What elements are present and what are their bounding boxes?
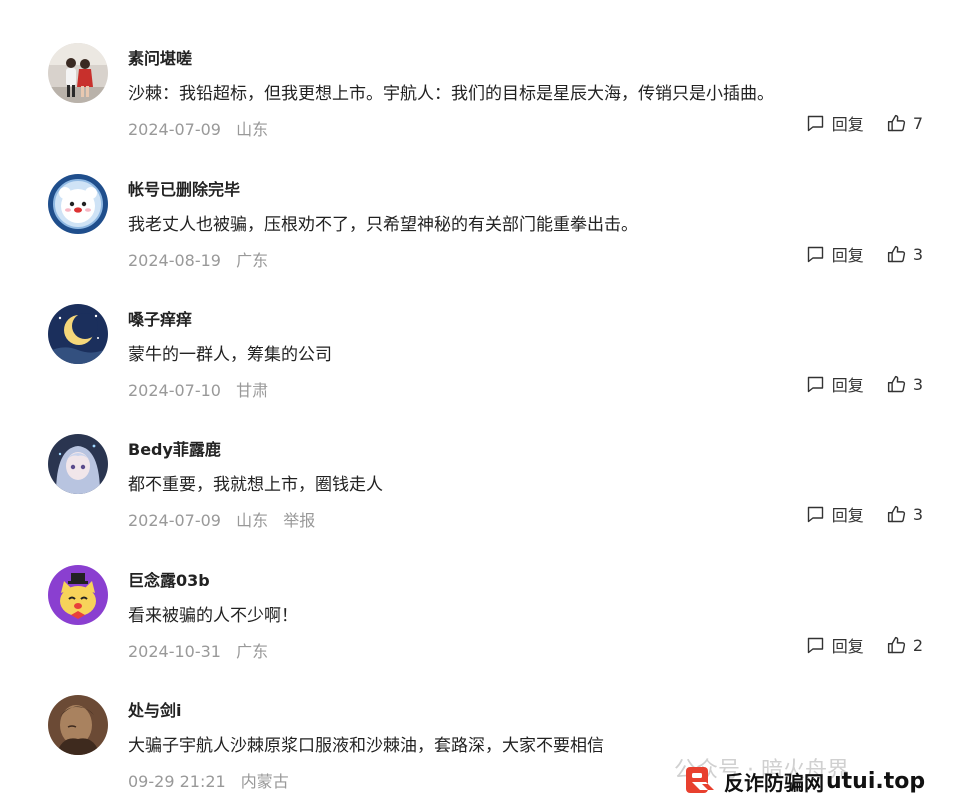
thumbs-up-icon — [887, 375, 905, 392]
thumbs-up-icon — [887, 114, 905, 131]
like-count: 2 — [912, 635, 923, 655]
avatar[interactable] — [48, 434, 108, 494]
comment-actions: 回复 3 — [805, 372, 923, 396]
comment-date: 2024-07-10 — [128, 381, 221, 400]
comment-bubble-icon — [807, 246, 823, 262]
comment-location: 山东 — [236, 120, 269, 139]
comment-author[interactable]: 帐号已删除完毕 — [128, 176, 240, 200]
comment-location: 广东 — [236, 251, 269, 270]
thumbs-up-icon — [887, 636, 905, 653]
avatar[interactable] — [48, 304, 108, 364]
like-button[interactable]: 2 — [886, 635, 923, 656]
like-count: 3 — [912, 504, 923, 524]
avatar[interactable] — [48, 565, 108, 625]
comment-text: 沙棘：我铅超标，但我更想上市。宇航人：我们的目标是星辰大海，传销只是小插曲。 — [128, 84, 774, 104]
comment-actions: 回复 2 — [805, 633, 923, 657]
comment-date: 2024-08-19 — [128, 251, 221, 270]
thumbs-up-icon — [887, 505, 905, 522]
comment-text: 大骗子宇航人沙棘原浆口服液和沙棘油，套路深，大家不要相信 — [128, 736, 604, 756]
comment-item: 帐号已删除完毕 我老丈人也被骗，压根劝不了，只希望神秘的有关部门能重拳出击。 2… — [0, 174, 960, 304]
comment-author[interactable]: 处与剑i — [128, 697, 182, 721]
comment-text: 我老丈人也被骗，压根劝不了，只希望神秘的有关部门能重拳出击。 — [128, 215, 638, 235]
comment-text: 都不重要，我就想上市，圈钱走人 — [128, 475, 383, 495]
avatar[interactable] — [48, 43, 108, 103]
comment-text: 蒙牛的一群人，筹集的公司 — [128, 345, 332, 365]
comment-date: 2024-07-09 — [128, 511, 221, 530]
comment-actions: 回复 3 — [805, 502, 923, 526]
comment-date: 09-29 21:21 — [128, 772, 226, 791]
comment-author[interactable]: 嗓子痒痒 — [128, 306, 192, 330]
comment-meta: 2024-07-10 甘肃 — [128, 377, 278, 401]
comment-meta: 2024-10-31 广东 — [128, 638, 278, 662]
comment-meta: 2024-07-09 山东 举报 — [128, 507, 325, 531]
comment-bubble-icon — [807, 115, 823, 131]
brand-name: 反诈防骗网 — [724, 770, 824, 795]
like-button[interactable]: 3 — [886, 244, 923, 265]
comment-date: 2024-07-09 — [128, 120, 221, 139]
comment-meta: 2024-08-19 广东 — [128, 247, 278, 271]
comment-actions: 回复 3 — [805, 242, 923, 266]
like-count: 3 — [912, 374, 923, 394]
reply-button[interactable]: 回复 — [805, 242, 864, 266]
comment-date: 2024-10-31 — [128, 642, 221, 661]
reply-button[interactable]: 回复 — [805, 502, 864, 526]
thumbs-up-icon — [887, 245, 905, 262]
comment-author[interactable]: Bedy菲露鹿 — [128, 436, 221, 460]
like-count: 3 — [912, 244, 923, 264]
reply-button[interactable]: 回复 — [805, 111, 864, 135]
reply-button[interactable]: 回复 — [805, 372, 864, 396]
comment-bubble-icon — [807, 376, 823, 392]
comment-meta: 2024-07-09 山东 — [128, 116, 278, 140]
brand-domain: utui.top — [826, 768, 926, 794]
comment-location: 内蒙古 — [240, 772, 289, 791]
comment-location: 甘肃 — [236, 381, 269, 400]
comment-text: 看来被骗的人不少啊！ — [128, 606, 298, 626]
like-button[interactable]: 3 — [886, 374, 923, 395]
like-button[interactable]: 3 — [886, 504, 923, 525]
like-count: 7 — [912, 113, 923, 133]
comment-meta: 09-29 21:21 内蒙古 — [128, 768, 299, 792]
comment-location: 广东 — [236, 642, 269, 661]
comment-location: 山东 — [236, 511, 269, 530]
comment-item: 巨念露03b 看来被骗的人不少啊！ 2024-10-31 广东 回复 2 — [0, 565, 960, 695]
avatar[interactable] — [48, 174, 108, 234]
brand-logo-icon — [686, 767, 714, 793]
comment-item: 嗓子痒痒 蒙牛的一群人，筹集的公司 2024-07-10 甘肃 回复 3 — [0, 304, 960, 434]
comment-author[interactable]: 素问堪嗟 — [128, 45, 192, 69]
comment-bubble-icon — [807, 637, 823, 653]
reply-button[interactable]: 回复 — [805, 633, 864, 657]
comment-bubble-icon — [807, 506, 823, 522]
comment-item: Bedy菲露鹿 都不重要，我就想上市，圈钱走人 2024-07-09 山东 举报… — [0, 434, 960, 564]
report-link[interactable]: 举报 — [283, 511, 315, 530]
avatar[interactable] — [48, 695, 108, 755]
like-button[interactable]: 7 — [886, 113, 923, 134]
comment-author[interactable]: 巨念露03b — [128, 567, 210, 591]
comment-item: 素问堪嗟 沙棘：我铅超标，但我更想上市。宇航人：我们的目标是星辰大海，传销只是小… — [0, 43, 960, 173]
comment-actions: 回复 7 — [805, 111, 923, 135]
brand-stamp: 反诈防骗网 utui.top — [684, 760, 944, 802]
